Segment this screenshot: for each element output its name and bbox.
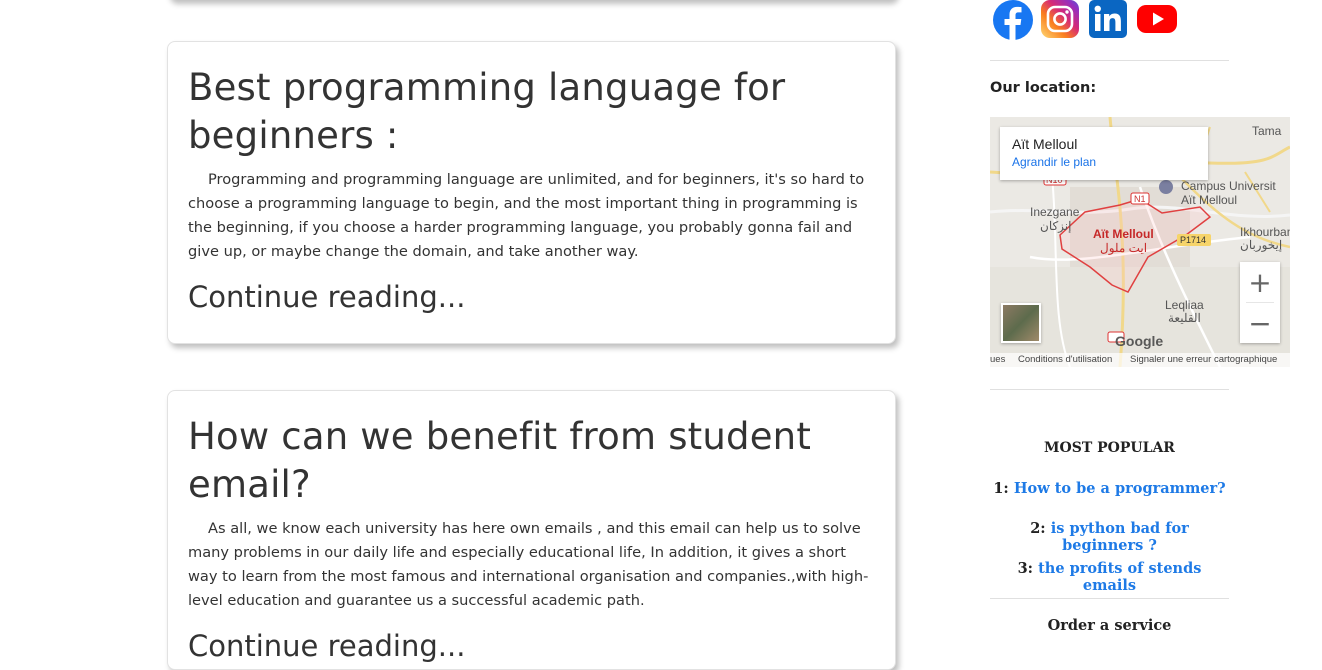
- enlarge-map-link[interactable]: Agrandir le plan: [1012, 155, 1196, 169]
- popular-item: 3: the profits of stends emails: [990, 560, 1229, 594]
- map-place-card: Aït Melloul Agrandir le plan: [1000, 127, 1208, 180]
- popular-item: 2: is python bad for beginners ?: [990, 520, 1229, 554]
- popular-item-number: 3:: [1017, 560, 1034, 577]
- facebook-icon[interactable]: [993, 0, 1033, 40]
- map-city-label-ar: ايت ملول: [1100, 241, 1148, 255]
- map-place-label: Aït Melloul: [1181, 193, 1238, 207]
- map-place-label: Inezgane: [1030, 205, 1080, 219]
- map-road-label: P1714: [1180, 235, 1207, 245]
- popular-item-number: 1:: [993, 480, 1009, 497]
- map-place-name: Aït Melloul: [1012, 136, 1078, 152]
- zoom-out-button[interactable]: −: [1240, 303, 1280, 343]
- map-zoom-controls: + −: [1240, 262, 1280, 343]
- map-footer-text: ues: [990, 354, 1006, 365]
- youtube-icon[interactable]: [1137, 0, 1177, 38]
- post-excerpt: As all, we know each university has here…: [188, 520, 869, 609]
- order-service-title: Order a service: [1047, 617, 1172, 634]
- post-card: How can we benefit from student email? A…: [167, 390, 896, 670]
- satellite-toggle[interactable]: [1001, 303, 1041, 343]
- most-popular-title: MOST POPULAR: [1044, 440, 1175, 456]
- popular-item: 1: How to be a programmer?: [990, 480, 1229, 497]
- continue-reading-link[interactable]: Continue reading...: [188, 627, 875, 665]
- post-card: Best programming language for beginners …: [167, 41, 896, 344]
- popular-item-link[interactable]: How to be a programmer?: [1014, 480, 1226, 497]
- linkedin-icon[interactable]: [1089, 0, 1127, 38]
- zoom-in-button[interactable]: +: [1240, 262, 1280, 302]
- map-footer: ues Conditions d'utilisation Signaler un…: [990, 353, 1290, 367]
- location-label: Our location:: [990, 80, 1097, 96]
- location-map[interactable]: N10 N1 P1714 Tama Inezgane إنزكان Campus…: [990, 117, 1290, 367]
- divider: [990, 389, 1229, 390]
- google-logo: Google: [1115, 333, 1164, 349]
- map-report-link[interactable]: Signaler une erreur cartographique: [1130, 354, 1277, 365]
- map-terms-link[interactable]: Conditions d'utilisation: [1018, 354, 1112, 365]
- map-place-label: القليعة: [1168, 311, 1201, 325]
- post-title: Best programming language for beginners …: [188, 66, 786, 157]
- divider: [990, 60, 1229, 61]
- continue-reading-link[interactable]: Continue reading...: [188, 278, 875, 316]
- map-place-label: إيخوربان: [1240, 238, 1283, 252]
- popular-item-number: 2:: [1030, 520, 1046, 537]
- post-excerpt: Programming and programming language are…: [188, 171, 865, 260]
- map-city-label: Aït Melloul: [1093, 227, 1154, 241]
- popular-item-link[interactable]: is python bad for beginners ?: [1051, 520, 1189, 554]
- social-links: [993, 0, 1177, 40]
- map-place-label: Tama: [1252, 124, 1282, 138]
- map-place-label: Campus Universit: [1181, 179, 1276, 193]
- map-road-label: N1: [1134, 194, 1146, 204]
- popular-item-link[interactable]: the profits of stends emails: [1038, 560, 1201, 594]
- instagram-icon[interactable]: [1041, 0, 1079, 38]
- map-place-label: Leqliaa: [1165, 298, 1204, 312]
- map-place-label: Ikhourban: [1240, 225, 1290, 239]
- divider: [990, 598, 1229, 599]
- post-title: How can we benefit from student email?: [188, 415, 812, 506]
- map-place-label: إنزكان: [1040, 219, 1072, 233]
